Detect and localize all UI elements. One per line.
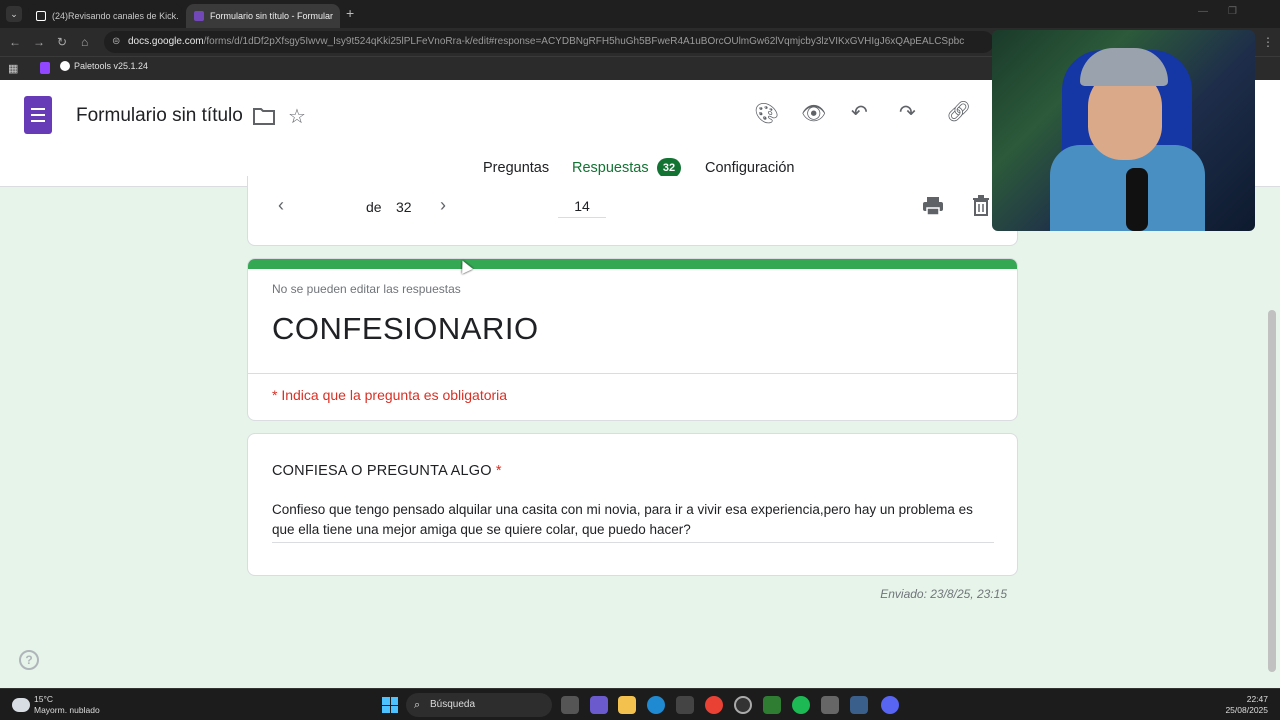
app-icon[interactable]: [821, 696, 839, 714]
paletools-icon: [60, 61, 70, 71]
new-tab-button[interactable]: +: [346, 5, 354, 21]
file-explorer-icon[interactable]: [618, 696, 636, 714]
form-title[interactable]: Formulario sin título: [76, 105, 243, 127]
browser-tab-forms[interactable]: Formulario sin título - Formular ✕: [186, 4, 340, 28]
question-text: CONFIESA O PREGUNTA ALGO: [272, 463, 492, 479]
response-pager: ‹ de 32 ›: [247, 176, 1018, 246]
browser-tab-bar: ⌄ (24)Revisando canales de Kick. ✕ Formu…: [0, 0, 1280, 28]
form-title-card: No se pueden editar las respuestas CONFE…: [247, 258, 1018, 421]
taskbar-search[interactable]: ⌕ Búsqueda: [406, 693, 552, 717]
back-icon[interactable]: ←: [9, 35, 21, 49]
minimize-icon[interactable]: —: [1198, 6, 1208, 17]
microphone-icon: [1126, 168, 1148, 231]
forward-icon[interactable]: →: [33, 35, 45, 49]
bookmark-paletools[interactable]: Paletools v25.1.24: [60, 61, 148, 71]
close-icon[interactable]: ✕: [179, 11, 182, 22]
apps-grid-icon[interactable]: ▦: [8, 62, 18, 75]
page-scrollbar[interactable]: [1268, 310, 1276, 672]
pager-total: 32: [396, 199, 412, 215]
chevron-right-icon[interactable]: ›: [440, 195, 446, 216]
task-view-icon[interactable]: [561, 696, 579, 714]
tab-responses[interactable]: Respuestas: [572, 160, 649, 176]
system-clock[interactable]: 22:47 25/08/2025: [1225, 694, 1268, 716]
weather-temp: 15°C: [34, 694, 53, 704]
weather-widget[interactable]: 15°C Mayorm. nublado: [12, 694, 100, 716]
reload-icon[interactable]: ↻: [57, 35, 67, 49]
clock-date: 25/08/2025: [1225, 705, 1268, 715]
tab-label: (24)Revisando canales de Kick.: [52, 11, 179, 21]
star-icon[interactable]: ☆: [288, 104, 306, 129]
bookmark-label: Paletools v25.1.24: [74, 61, 149, 71]
forms-icon: [194, 11, 204, 21]
home-icon[interactable]: ⌂: [81, 35, 88, 49]
forms-logo-icon[interactable]: [24, 96, 52, 134]
eye-icon[interactable]: 👁︎: [801, 101, 826, 126]
copilot-icon[interactable]: [590, 696, 608, 714]
required-note: * Indica que la pregunta es obligatoria: [272, 387, 508, 403]
redo-icon[interactable]: ↷: [899, 100, 916, 125]
help-icon[interactable]: ?: [19, 650, 39, 670]
webcam-overlay: [992, 30, 1255, 231]
url-host: docs.google.com: [128, 36, 204, 47]
tab-label: Formulario sin título - Formular: [210, 11, 334, 21]
answer-text: Confieso que tengo pensado alquilar una …: [272, 500, 994, 543]
responses-count-badge: 32: [657, 158, 681, 178]
weather-desc: Mayorm. nublado: [34, 705, 100, 715]
palette-icon[interactable]: 🎨︎: [754, 101, 779, 126]
tab-settings[interactable]: Configuración: [705, 160, 794, 176]
submitted-timestamp: Enviado: 23/8/25, 23:15: [880, 587, 1007, 601]
search-label: Búsqueda: [430, 699, 476, 710]
maximize-icon[interactable]: ❐: [1228, 6, 1237, 17]
question-title: CONFIESA O PREGUNTA ALGO *: [272, 463, 502, 479]
twitch-icon[interactable]: [40, 62, 50, 74]
question-card: CONFIESA O PREGUNTA ALGO * Confieso que …: [247, 433, 1018, 576]
header-color-bar: [248, 259, 1017, 269]
page-number-input[interactable]: [558, 198, 606, 218]
close-icon[interactable]: ✕: [333, 11, 340, 22]
windows-taskbar: 15°C Mayorm. nublado ⌕ Búsqueda 22:47 25…: [0, 688, 1280, 720]
clock-time: 22:47: [1246, 694, 1268, 704]
cloud-icon: [12, 698, 30, 712]
form-heading: CONFESIONARIO: [272, 311, 539, 346]
chevron-left-icon[interactable]: ‹: [278, 195, 284, 216]
obs-icon[interactable]: [734, 696, 752, 714]
edge-icon[interactable]: [647, 696, 665, 714]
url-path: /forms/d/1dDf2pXfsgy5Iwvw_Isy9t524qKki25…: [203, 36, 965, 47]
browser-tab-kick[interactable]: (24)Revisando canales de Kick. ✕: [28, 4, 182, 28]
folder-icon[interactable]: [253, 107, 275, 125]
discord-icon[interactable]: [881, 696, 899, 714]
spotify-icon[interactable]: [792, 696, 810, 714]
site-info-icon[interactable]: ⊜: [112, 31, 120, 53]
required-mark: *: [495, 463, 502, 479]
trash-icon[interactable]: [972, 195, 990, 216]
app-icon[interactable]: [763, 696, 781, 714]
app-icon[interactable]: [850, 696, 868, 714]
tiktok-icon: [36, 11, 46, 21]
search-icon: ⌕: [414, 699, 421, 711]
url-input[interactable]: ⊜ docs.google.com/forms/d/1dDf2pXfsgy5Iw…: [104, 31, 994, 53]
tab-search-button[interactable]: ⌄: [6, 6, 22, 22]
locked-note: No se pueden editar las respuestas: [272, 282, 461, 296]
tab-questions[interactable]: Preguntas: [483, 160, 549, 176]
store-icon[interactable]: [676, 696, 694, 714]
windows-start-icon[interactable]: [382, 697, 398, 713]
divider: [248, 373, 1017, 374]
chrome-icon[interactable]: [705, 696, 723, 714]
undo-icon[interactable]: ↶: [851, 100, 868, 125]
browser-menu-icon[interactable]: ⋮: [1262, 35, 1274, 49]
pager-of-label: de: [366, 199, 382, 215]
print-icon[interactable]: [922, 196, 944, 216]
link-icon[interactable]: 🔗︎: [946, 99, 971, 124]
